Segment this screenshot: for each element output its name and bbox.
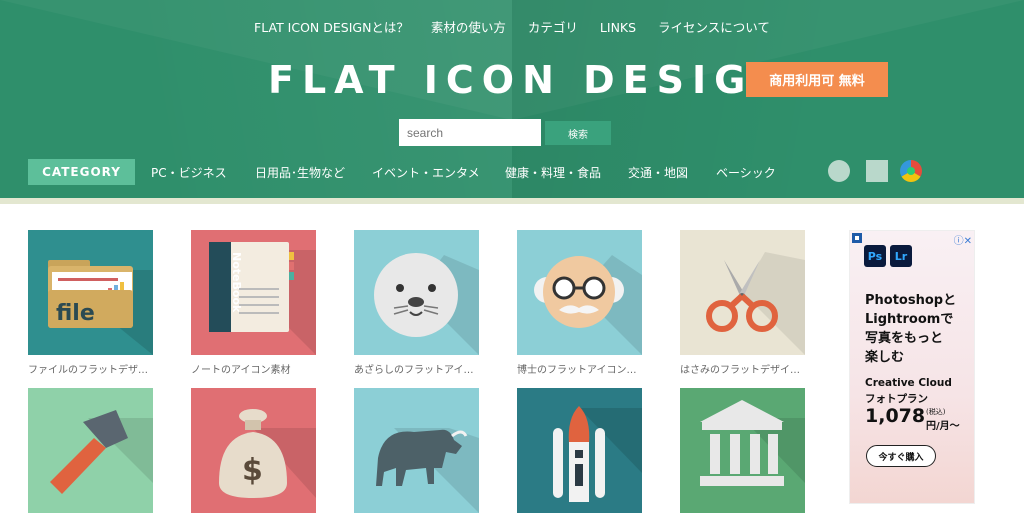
topnav-links[interactable]: LINKS [600, 20, 636, 35]
category-events[interactable]: イベント・エンタメ [372, 164, 480, 181]
category-pc-business[interactable]: PC・ビジネス [151, 164, 227, 181]
hammer-tile[interactable] [28, 388, 153, 513]
seal-tile[interactable] [354, 230, 479, 355]
tile-caption[interactable]: 博士のフラットアイコン… [517, 361, 642, 376]
tile-caption[interactable]: はさみのフラットデザイ… [680, 361, 805, 376]
topnav-about[interactable]: FLAT ICON DESIGNとは？ [254, 17, 409, 36]
ad-headline-line: Photoshopと [865, 293, 957, 308]
square-style-icon[interactable] [866, 160, 888, 182]
category-bar: CATEGORY [28, 159, 135, 185]
notebook-tile[interactable]: NoteBook [191, 230, 316, 355]
topnav-license[interactable]: ライセンスについて [658, 17, 770, 36]
svg-text:NoteBook: NoteBook [230, 252, 243, 313]
scissors-icon [706, 252, 805, 355]
ad-product-name: Creative Cloud [865, 377, 952, 389]
search-input[interactable] [399, 119, 541, 146]
tile-caption[interactable]: あざらしのフラットアイ… [354, 361, 479, 376]
svg-text:$: $ [242, 453, 263, 488]
search-button[interactable]: 検索 [545, 121, 611, 145]
topnav-category[interactable]: カテゴリ [528, 17, 578, 36]
top-nav: FLAT ICON DESIGNとは？ 素材の使い方 カテゴリ LINKS ライ… [0, 17, 1024, 36]
ad-headline-line: 写真をもっと [865, 331, 944, 346]
hammer-icon [50, 410, 153, 494]
category-health-food[interactable]: 健康・料理・食品 [505, 164, 601, 181]
lightroom-badge-icon: Lr [890, 245, 912, 267]
money-bag-tile[interactable]: $ [191, 388, 316, 513]
bull-tile[interactable] [354, 388, 479, 513]
category-basic[interactable]: ベーシック [716, 164, 776, 181]
ad-price: 1,078 [865, 405, 926, 427]
ad-plan-name: フォトプラン [865, 393, 928, 405]
ad-headline: Photoshopと Lightroomで 写真をもっと 楽しむ [865, 291, 974, 367]
category-label: CATEGORY [28, 159, 135, 185]
ad-headline-line: Lightroomで [865, 312, 954, 327]
free-commercial-badge: 商用利用可 無料 [746, 62, 888, 97]
ad-buy-now-button[interactable]: 今すぐ購入 [866, 445, 936, 467]
tile-caption[interactable]: ノートのアイコン素材 [191, 361, 316, 376]
professor-icon [534, 255, 642, 355]
site-logo[interactable]: FLAT ICON DESIGN [268, 58, 793, 102]
file-folder-icon: file [48, 260, 153, 355]
site-header: FLAT ICON DESIGNとは？ 素材の使い方 カテゴリ LINKS ライ… [0, 0, 1024, 198]
professor-tile[interactable] [517, 230, 642, 355]
seal-icon [374, 253, 479, 355]
bull-icon [376, 428, 479, 513]
ad-tax-note: (税込) [926, 408, 946, 416]
space-shuttle-icon [553, 406, 642, 502]
category-daily-goods[interactable]: 日用品･生物など [255, 164, 345, 181]
bank-building-icon [700, 400, 805, 486]
color-wheel-icon[interactable] [900, 160, 922, 182]
ad-headline-line: 楽しむ [865, 350, 905, 365]
category-transport-map[interactable]: 交通・地図 [628, 164, 688, 181]
header-divider [0, 198, 1024, 204]
bank-building-tile[interactable] [680, 388, 805, 513]
topnav-usage[interactable]: 素材の使い方 [431, 17, 506, 36]
notebook-icon: NoteBook [209, 242, 316, 355]
ad-marker-icon [852, 233, 862, 243]
money-bag-icon: $ [219, 409, 316, 498]
photoshop-badge-icon: Ps [864, 245, 886, 267]
circle-style-icon[interactable] [828, 160, 850, 182]
file-folder-tile[interactable]: file [28, 230, 153, 355]
tile-caption[interactable]: ファイルのフラットデザ… [28, 361, 153, 376]
scissors-tile[interactable] [680, 230, 805, 355]
svg-text:file: file [56, 301, 95, 326]
sidebar-advertisement[interactable]: ⓘ✕ Ps Lr Photoshopと Lightroomで 写真をもっと 楽し… [849, 230, 975, 504]
ad-price-unit: 円/月～ [926, 421, 960, 432]
ad-choices-icon[interactable]: ⓘ✕ [954, 232, 972, 247]
space-shuttle-tile[interactable] [517, 388, 642, 513]
